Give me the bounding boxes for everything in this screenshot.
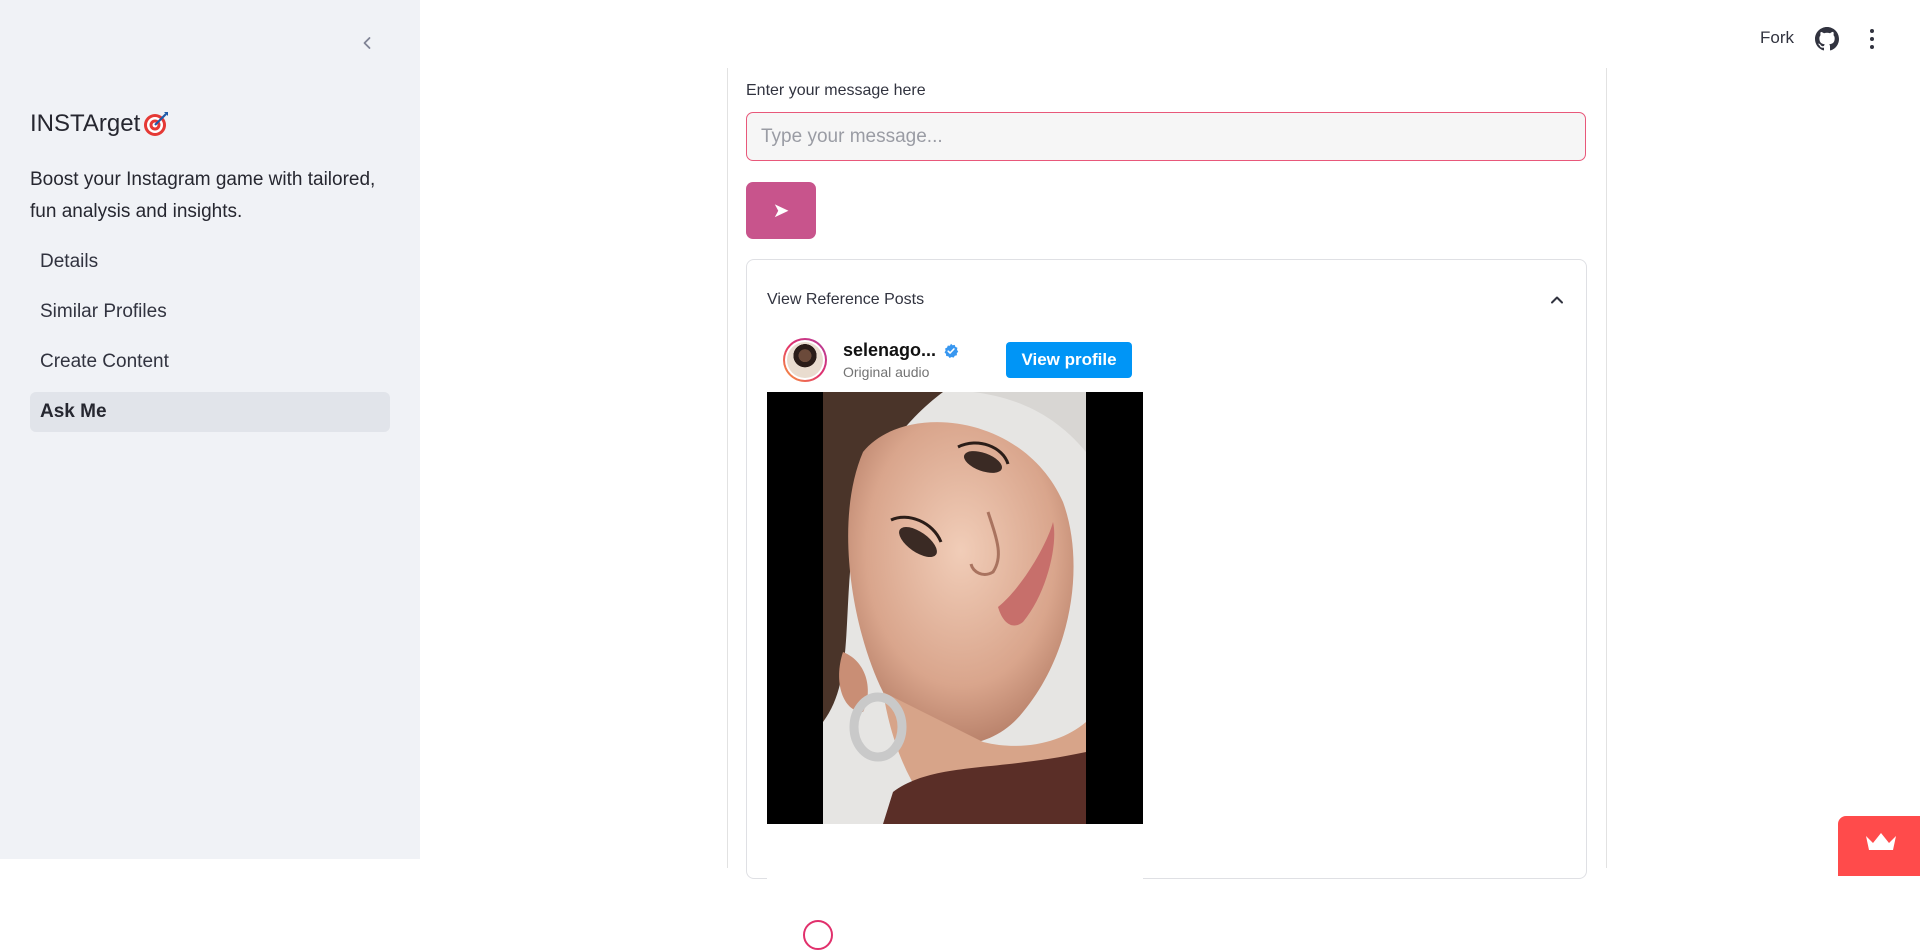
reference-posts-expander: View Reference Posts selenago... Origina… (746, 259, 1587, 950)
post-media[interactable] (767, 392, 1143, 824)
verified-badge-icon (944, 343, 959, 358)
next-post-avatar[interactable] (803, 920, 833, 950)
crown-icon (1866, 833, 1896, 850)
send-button[interactable]: ➤ (746, 182, 816, 239)
portrait-image (823, 392, 1086, 824)
more-vertical-icon (1870, 29, 1874, 33)
send-icon: ➤ (772, 200, 790, 222)
sidebar-item-similar-profiles[interactable]: Similar Profiles (30, 292, 390, 332)
app-title-text: INSTArget (30, 110, 141, 137)
streamlit-badge[interactable] (1838, 816, 1920, 876)
sidebar-item-ask-me[interactable]: Ask Me (30, 392, 390, 432)
chevron-up-icon (1551, 296, 1563, 304)
expander-title: View Reference Posts (767, 291, 925, 308)
main-menu-button[interactable] (1862, 27, 1882, 51)
collapse-sidebar-button[interactable] (352, 28, 382, 58)
sidebar-item-create-content[interactable]: Create Content (30, 342, 390, 382)
fork-button[interactable]: Fork (1760, 28, 1794, 48)
expander-header[interactable]: View Reference Posts (767, 280, 1567, 320)
sidebar-nav: Details Similar Profiles Create Content … (30, 242, 390, 442)
post-username[interactable]: selenago... (843, 340, 936, 361)
sidebar-item-label: Ask Me (40, 401, 107, 422)
avatar-image (787, 342, 823, 378)
sidebar-item-label: Details (40, 251, 99, 272)
instagram-post-embed: selenago... Original audio View profile (767, 326, 1143, 950)
app-description: Boost your Instagram game with tailored,… (30, 169, 376, 222)
post-photo (823, 392, 1086, 824)
view-profile-button[interactable]: View profile (1006, 342, 1132, 378)
sidebar-item-label: Create Content (40, 351, 169, 372)
github-icon[interactable] (1815, 27, 1839, 51)
chevron-left-icon (363, 37, 371, 49)
profile-avatar[interactable] (783, 338, 827, 382)
post-audio-label: Original audio (843, 364, 930, 380)
message-input[interactable] (746, 112, 1586, 161)
sidebar: INSTArget Boost your Instagram game with… (0, 0, 420, 859)
target-icon (144, 112, 169, 136)
message-input-label: Enter your message here (746, 82, 926, 99)
sidebar-item-details[interactable]: Details (30, 242, 390, 282)
sidebar-item-label: Similar Profiles (40, 301, 167, 322)
app-title: INSTArget (30, 110, 170, 138)
